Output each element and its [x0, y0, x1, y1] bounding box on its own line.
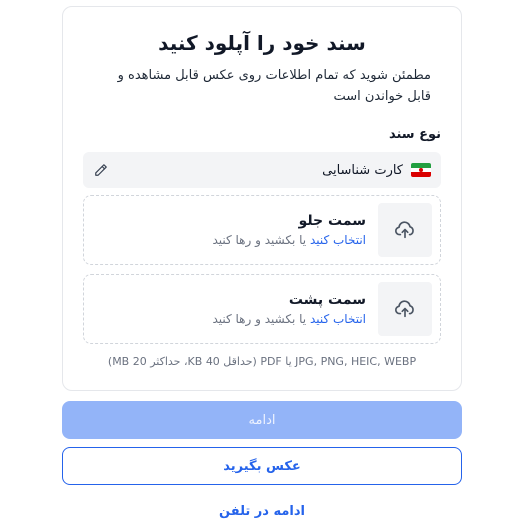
front-side-hint: انتخاب کنید یا بکشید و رها کنید: [212, 233, 366, 247]
back-side-upload[interactable]: سمت پشت انتخاب کنید یا بکشید و رها کنید: [83, 274, 441, 344]
continue-button[interactable]: ادامه: [62, 401, 462, 439]
page-subtitle: مطمئن شوید که تمام اطلاعات روی عکس قابل …: [117, 68, 431, 104]
upload-card: سند خود را آپلود کنید مطمئن شوید که تمام…: [62, 6, 462, 391]
front-side-title: سمت جلو: [298, 213, 366, 229]
continue-on-phone-link[interactable]: ادامه در تلفن: [62, 502, 462, 522]
cloud-upload-icon: [378, 282, 432, 336]
cloud-upload-icon: [378, 203, 432, 257]
document-type-value: کارت شناسایی: [322, 162, 403, 178]
document-type-select[interactable]: کارت شناسایی: [83, 152, 441, 188]
front-drag-hint: یا بکشید و رها کنید: [212, 233, 310, 247]
back-choose-link[interactable]: انتخاب کنید: [310, 312, 366, 326]
front-choose-link[interactable]: انتخاب کنید: [310, 233, 366, 247]
back-side-hint: انتخاب کنید یا بکشید و رها کنید: [212, 312, 366, 326]
back-side-title: سمت پشت: [288, 292, 366, 308]
supported-formats-note: JPG, PNG, HEIC, WEBP یا PDF (حداقل 40 KB…: [107, 355, 417, 368]
pencil-icon[interactable]: [93, 162, 109, 178]
iran-flag-icon: [411, 163, 431, 177]
front-side-upload[interactable]: سمت جلو انتخاب کنید یا بکشید و رها کنید: [83, 195, 441, 265]
page-title: سند خود را آپلود کنید: [158, 31, 366, 55]
take-photo-button[interactable]: عکس بگیرید: [62, 447, 462, 485]
document-type-label: نوع سند: [388, 127, 441, 142]
back-drag-hint: یا بکشید و رها کنید: [212, 312, 310, 326]
